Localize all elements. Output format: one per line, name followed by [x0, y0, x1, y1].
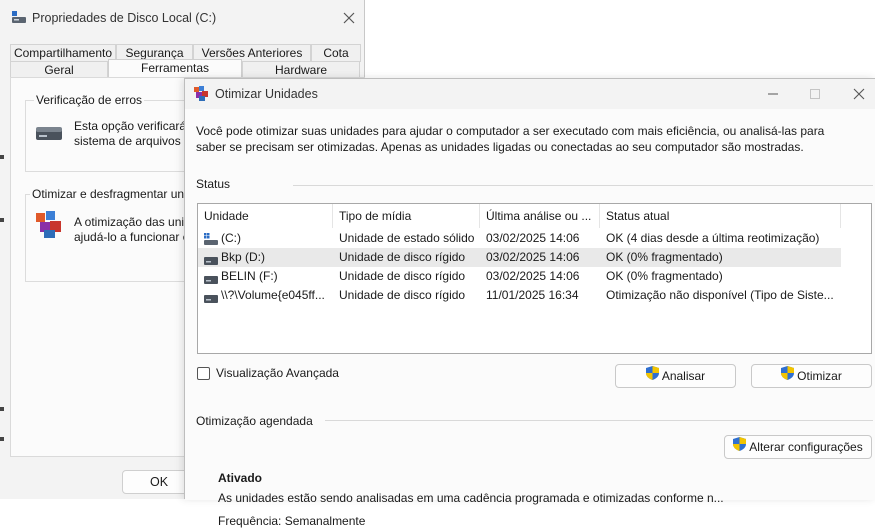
column-header-unidade[interactable]: Unidade: [198, 204, 333, 228]
edge-mark: [0, 218, 4, 222]
hard-drive-icon: [204, 254, 218, 268]
optimize-button[interactable]: Otimizar: [751, 364, 872, 388]
defrag-icon: [34, 209, 64, 242]
analyze-label: Analisar: [661, 369, 706, 383]
intro-text: Você pode otimizar suas unidades para aj…: [196, 124, 825, 154]
drive-row-d[interactable]: Bkp (D:) Unidade de disco rígido 03/02/2…: [198, 248, 841, 267]
column-header-status-atual[interactable]: Status atual: [600, 204, 841, 228]
status-label: Status: [196, 177, 231, 191]
error-check-title: Verificação de erros: [34, 93, 145, 107]
scheduled-frequency: Frequência: Semanalmente: [218, 514, 366, 528]
scheduled-label: Otimização agendada: [196, 414, 313, 428]
maximize-icon[interactable]: [793, 81, 837, 107]
tab-cota[interactable]: Cota: [311, 44, 361, 62]
drive-name: (C:): [221, 231, 241, 245]
optimize-body: Você pode otimizar suas unidades para aj…: [185, 109, 875, 528]
drives-list[interactable]: Unidade Tipo de mídia Última análise ou …: [197, 203, 872, 354]
advanced-view-label: Visualização Avançada: [216, 366, 339, 380]
drive-status: OK (0% fragmentado): [606, 269, 723, 283]
advanced-view-checkbox[interactable]: [197, 367, 210, 380]
drive-name: BELIN (F:): [221, 269, 278, 283]
scheduled-description: As unidades estão sendo analisadas em um…: [218, 491, 724, 505]
minimize-icon[interactable]: [751, 81, 795, 107]
drive-row-volume[interactable]: \\?\Volume{e045ff... Unidade de disco rí…: [198, 286, 841, 305]
drive-media: Unidade de disco rígido: [339, 288, 466, 302]
drive-status: OK (0% fragmentado): [606, 250, 723, 264]
change-settings-button[interactable]: Alterar configurações: [724, 435, 872, 459]
defrag-app-icon: [194, 86, 209, 104]
system-drive-icon: [204, 233, 218, 248]
change-settings-label: Alterar configurações: [749, 440, 863, 454]
edge-mark: [0, 437, 4, 441]
drive-media: Unidade de estado sólido: [339, 231, 475, 245]
close-icon[interactable]: [837, 81, 875, 107]
properties-titlebar[interactable]: Propriedades de Disco Local (C:): [0, 0, 365, 36]
drive-last-analysis: 11/01/2025 16:34: [486, 288, 579, 302]
drive-last-analysis: 03/02/2025 14:06: [486, 269, 580, 283]
edge-mark: [0, 407, 4, 411]
uac-shield-icon: [781, 365, 795, 387]
edge-mark: [0, 155, 4, 159]
drive-row-c[interactable]: (C:) Unidade de estado sólido 03/02/2025…: [198, 229, 841, 248]
optimize-drives-window: Otimizar Unidades Você pode otimizar sua…: [184, 78, 875, 528]
drive-last-analysis: 03/02/2025 14:06: [486, 250, 580, 264]
status-separator: [293, 185, 873, 186]
list-header: Unidade Tipo de mídia Última análise ou …: [198, 204, 841, 228]
drive-media: Unidade de disco rígido: [339, 250, 466, 264]
optimize-label: Otimizar: [797, 369, 842, 383]
hard-drive-icon: [204, 273, 218, 287]
column-header-tipo-midia[interactable]: Tipo de mídia: [333, 204, 480, 228]
error-check-line1: Esta opção verificará se: [74, 119, 203, 133]
scheduled-separator: [325, 420, 873, 421]
drive-name: Bkp (D:): [221, 250, 266, 264]
uac-shield-icon: [733, 436, 747, 458]
drive-row-f[interactable]: BELIN (F:) Unidade de disco rígido 03/02…: [198, 267, 841, 286]
drive-status: Otimização não disponível (Tipo de Siste…: [606, 288, 834, 302]
hard-drive-icon: [36, 127, 62, 144]
drive-app-icon: [12, 11, 26, 26]
optimize-titlebar[interactable]: Otimizar Unidades: [185, 79, 875, 109]
column-header-ultima-analise[interactable]: Última análise ou ...: [480, 204, 600, 228]
properties-title: Propriedades de Disco Local (C:): [32, 11, 217, 25]
defrag-line2: ajudá-lo a funcionar co: [74, 230, 196, 244]
drive-last-analysis: 03/02/2025 14:06: [486, 231, 580, 245]
analyze-button[interactable]: Analisar: [615, 364, 736, 388]
tab-compartilhamento[interactable]: Compartilhamento: [10, 44, 116, 62]
hard-drive-icon: [204, 292, 218, 306]
close-icon[interactable]: [338, 8, 360, 28]
scheduled-state: Ativado: [218, 471, 263, 485]
error-check-line2: sistema de arquivos na: [74, 134, 198, 148]
drive-name: \\?\Volume{e045ff...: [221, 288, 325, 302]
optimize-title: Otimizar Unidades: [215, 87, 318, 101]
drive-media: Unidade de disco rígido: [339, 269, 466, 283]
drive-status: OK (4 dias desde a última reotimização): [606, 231, 820, 245]
uac-shield-icon: [645, 365, 659, 387]
tab-ferramentas[interactable]: Ferramentas: [108, 59, 242, 79]
